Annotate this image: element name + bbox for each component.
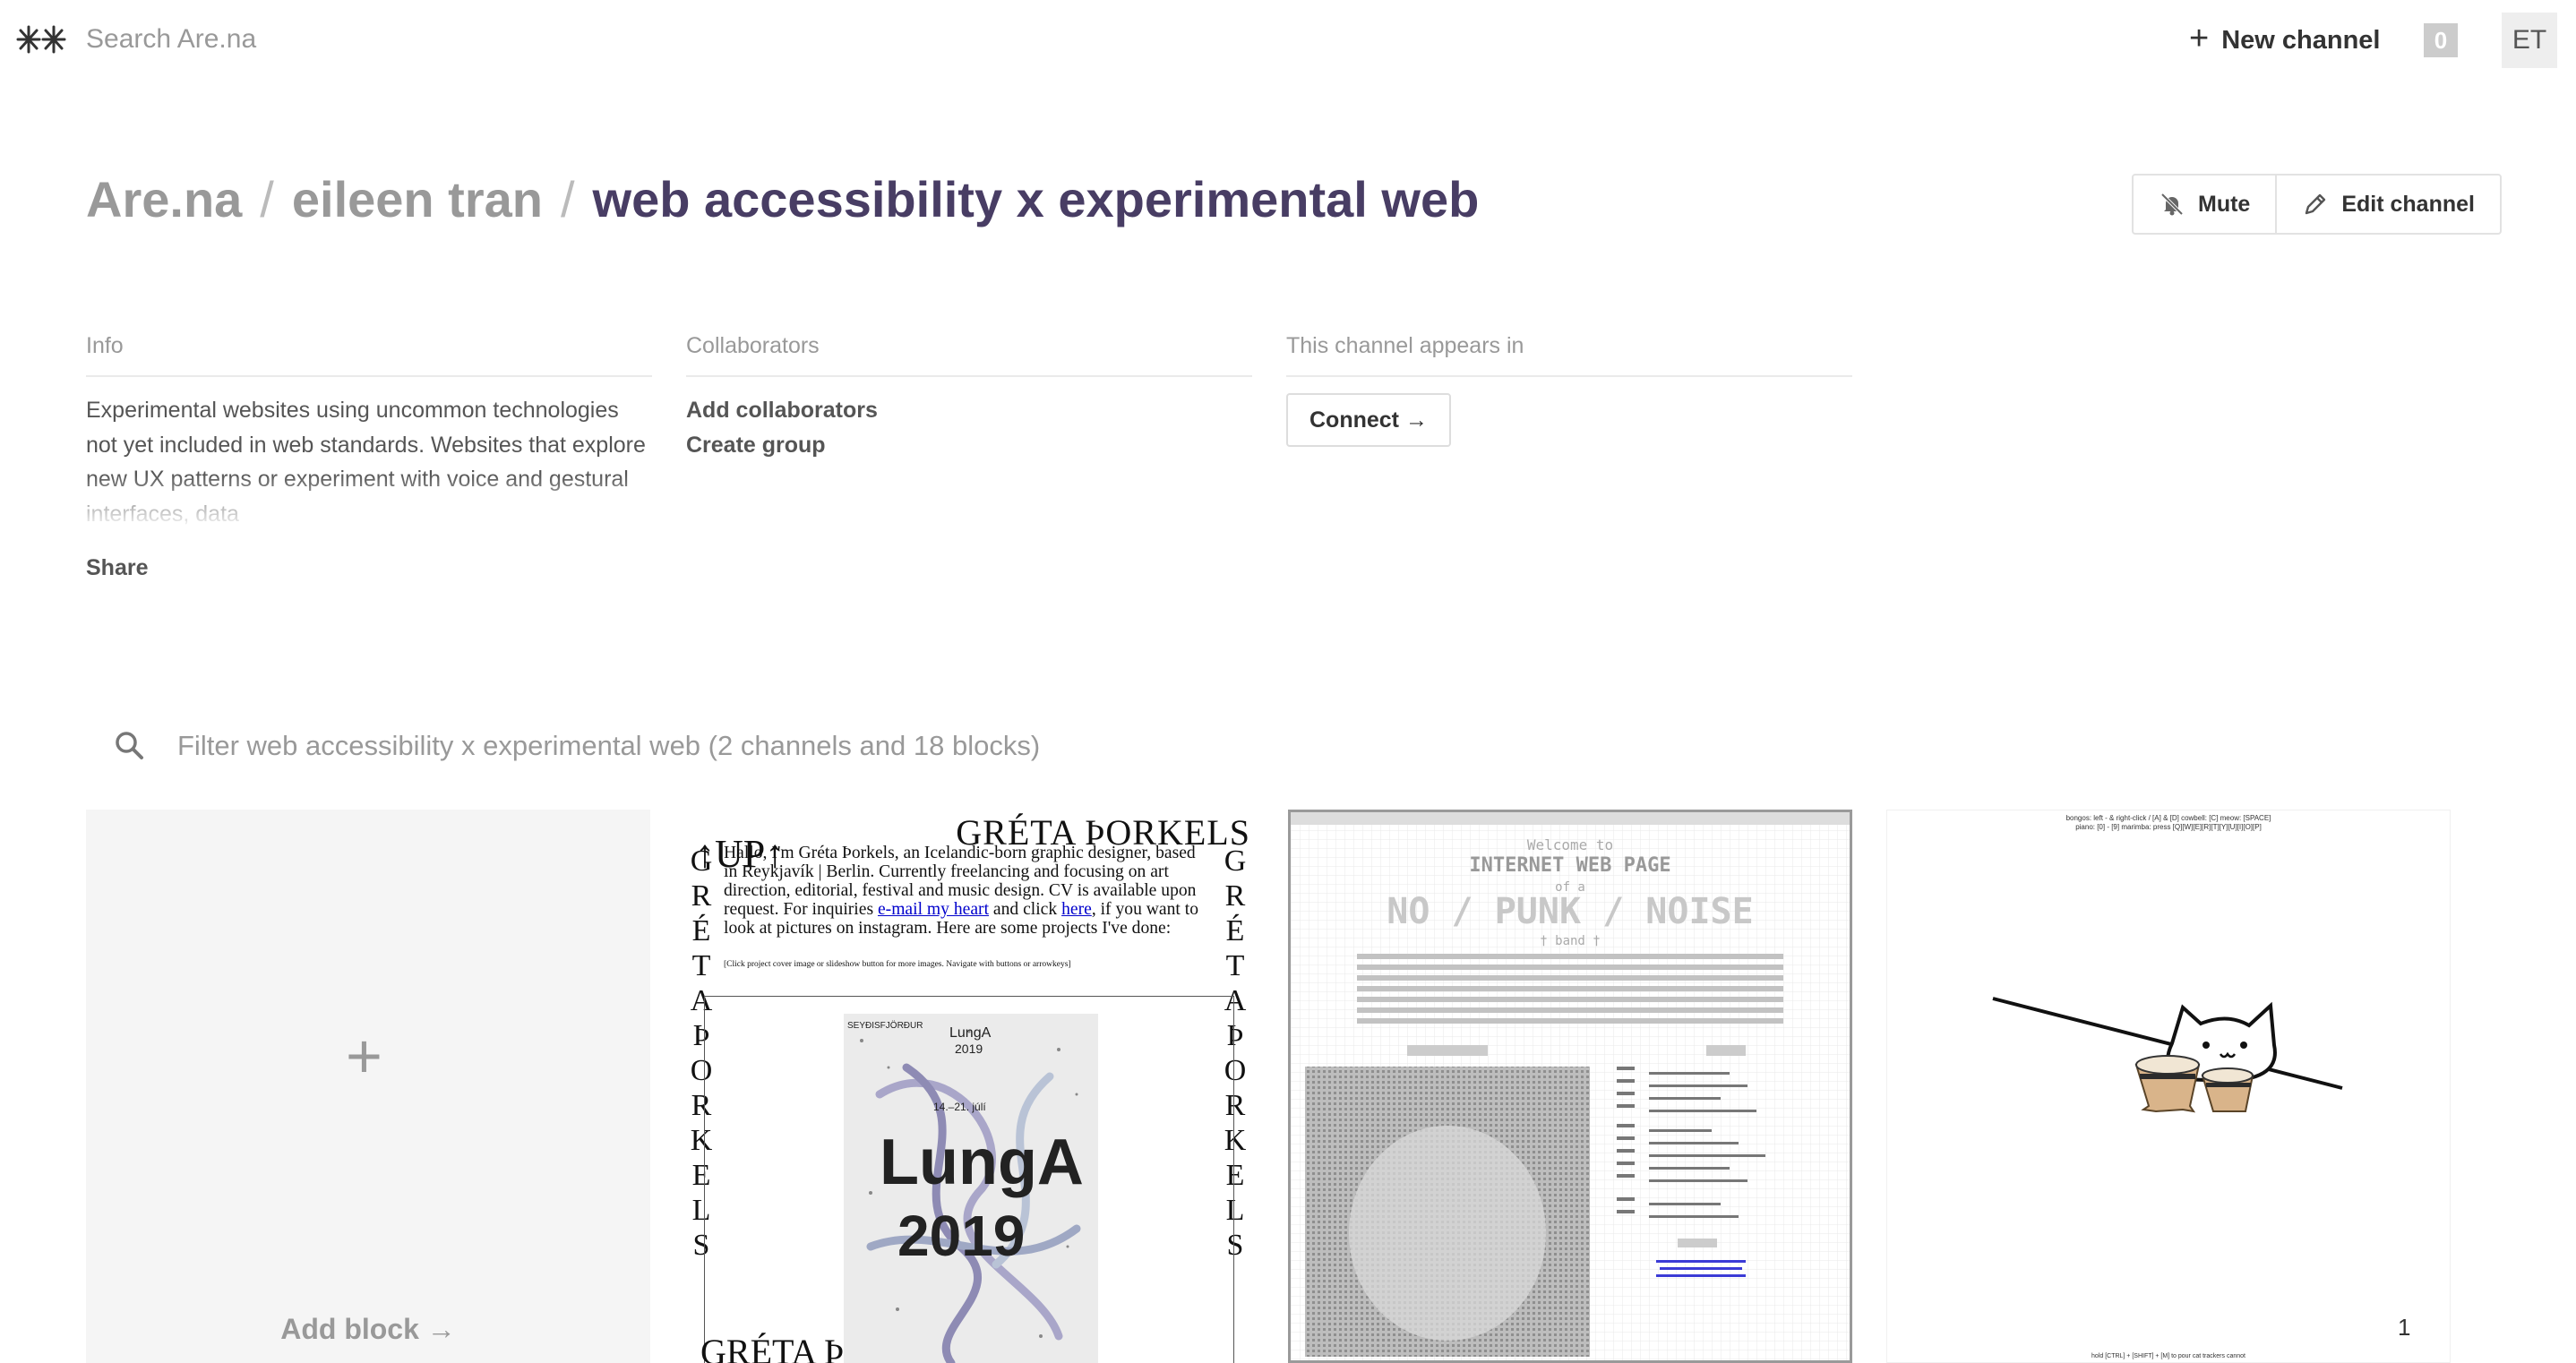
poster-title-large: LungA [880,1127,1084,1198]
edit-channel-label: Edit channel [2341,191,2475,217]
top-bar: + New channel 0 ET [0,0,2576,79]
breadcrumb-separator: / [560,171,575,227]
appears-in-section: This channel appears in Connect → [1286,333,1852,447]
filter-bar [86,718,2486,772]
notification-count-badge[interactable]: 0 [2424,23,2458,57]
web-band-big-text: NO / PUNK / NOISE [1387,891,1753,932]
poster-place: SEYÐISFJÖRÐUR [847,1020,923,1031]
internet-web-page-screenshot: Welcome to INTERNET WEB PAGE of a NO / P… [1291,812,1850,1360]
connect-button[interactable]: Connect → [1286,393,1451,447]
filter-input[interactable] [177,722,1969,770]
search-icon [116,732,143,759]
breadcrumb: Are.na / eileen tran / web accessibility… [86,170,1479,228]
new-channel-button[interactable]: + New channel [2189,18,2380,63]
bell-off-icon [2160,193,2184,216]
poster-title-small: LungA [949,1025,992,1041]
collaborators-section: Collaborators Add collaborators Create g… [686,333,1252,462]
pencil-icon [2306,193,2326,215]
bongo-instructions: bongos: left - & right-click / [A] & [D]… [2065,814,2271,831]
greta-note: [Click project cover image or slideshow … [724,960,1071,969]
block-greta-thorkels[interactable]: GRÉTA ÞORKELS ↑UP↑ GRÉTAÞORKELS GRÉTAÞOR… [686,810,1250,1363]
share-link[interactable]: Share [86,555,148,581]
bongo-cat-image [1992,997,2343,1113]
web-band-text: † band † [1540,934,1600,948]
edit-channel-button[interactable]: Edit channel [2275,176,2500,233]
lunga-poster-image: LungA 2019 SEYÐISFJÖRÐUR 14.–21. júlí Lu… [844,1014,1098,1363]
mute-button[interactable]: Mute [2134,176,2275,233]
bongo-counter: 1 [2398,1314,2411,1341]
greta-intro: Hallo, I'm Gréta Þorkels, an Icelandic-b… [724,844,1198,938]
poster-year-large: 2019 [897,1204,1025,1268]
channel-title: web accessibility x experimental web [592,171,1480,227]
bongo-footer-note: hold [CTRL] + [SHIFT] + [M] to pour cat … [2091,1353,2245,1359]
web-welcome-text: Welcome to [1527,836,1613,853]
create-group-link[interactable]: Create group [686,428,1252,463]
appears-in-heading: This channel appears in [1286,333,1852,377]
poster-dates: 14.–21. júlí [933,1101,986,1113]
mute-label: Mute [2198,191,2251,217]
plus-icon: + [346,1021,382,1091]
add-collaborators-link[interactable]: Add collaborators [686,393,1252,428]
description-fade [86,474,652,527]
poster-year-small: 2019 [955,1042,983,1056]
new-channel-label: New channel [2221,25,2381,55]
channel-actions: Mute Edit channel [2132,174,2502,235]
collaborators-heading: Collaborators [686,333,1252,377]
info-section: Info Experimental websites using uncommo… [86,333,652,527]
channel-description[interactable]: Experimental websites using uncommon tec… [86,393,652,527]
search-input[interactable] [86,16,892,63]
plus-icon: + [2189,20,2210,57]
breadcrumb-separator: / [260,171,274,227]
add-block-card[interactable]: + Add block → [86,810,650,1363]
breadcrumb-root-link[interactable]: Are.na [86,170,242,228]
greta-bottom-title: GRÉTA Þ [700,1332,845,1363]
block-bongo-cat[interactable]: bongos: left - & right-click / [A] & [D]… [1886,810,2451,1363]
web-title-text: INTERNET WEB PAGE [1469,854,1670,877]
info-heading: Info [86,333,652,377]
breadcrumb-user-link[interactable]: eileen tran [292,170,543,228]
add-block-label: Add block → [280,1313,456,1345]
arena-logo-icon[interactable] [14,21,68,57]
user-avatar[interactable]: ET [2502,13,2557,68]
block-internet-web-page[interactable]: Welcome to INTERNET WEB PAGE of a NO / P… [1288,810,1852,1363]
